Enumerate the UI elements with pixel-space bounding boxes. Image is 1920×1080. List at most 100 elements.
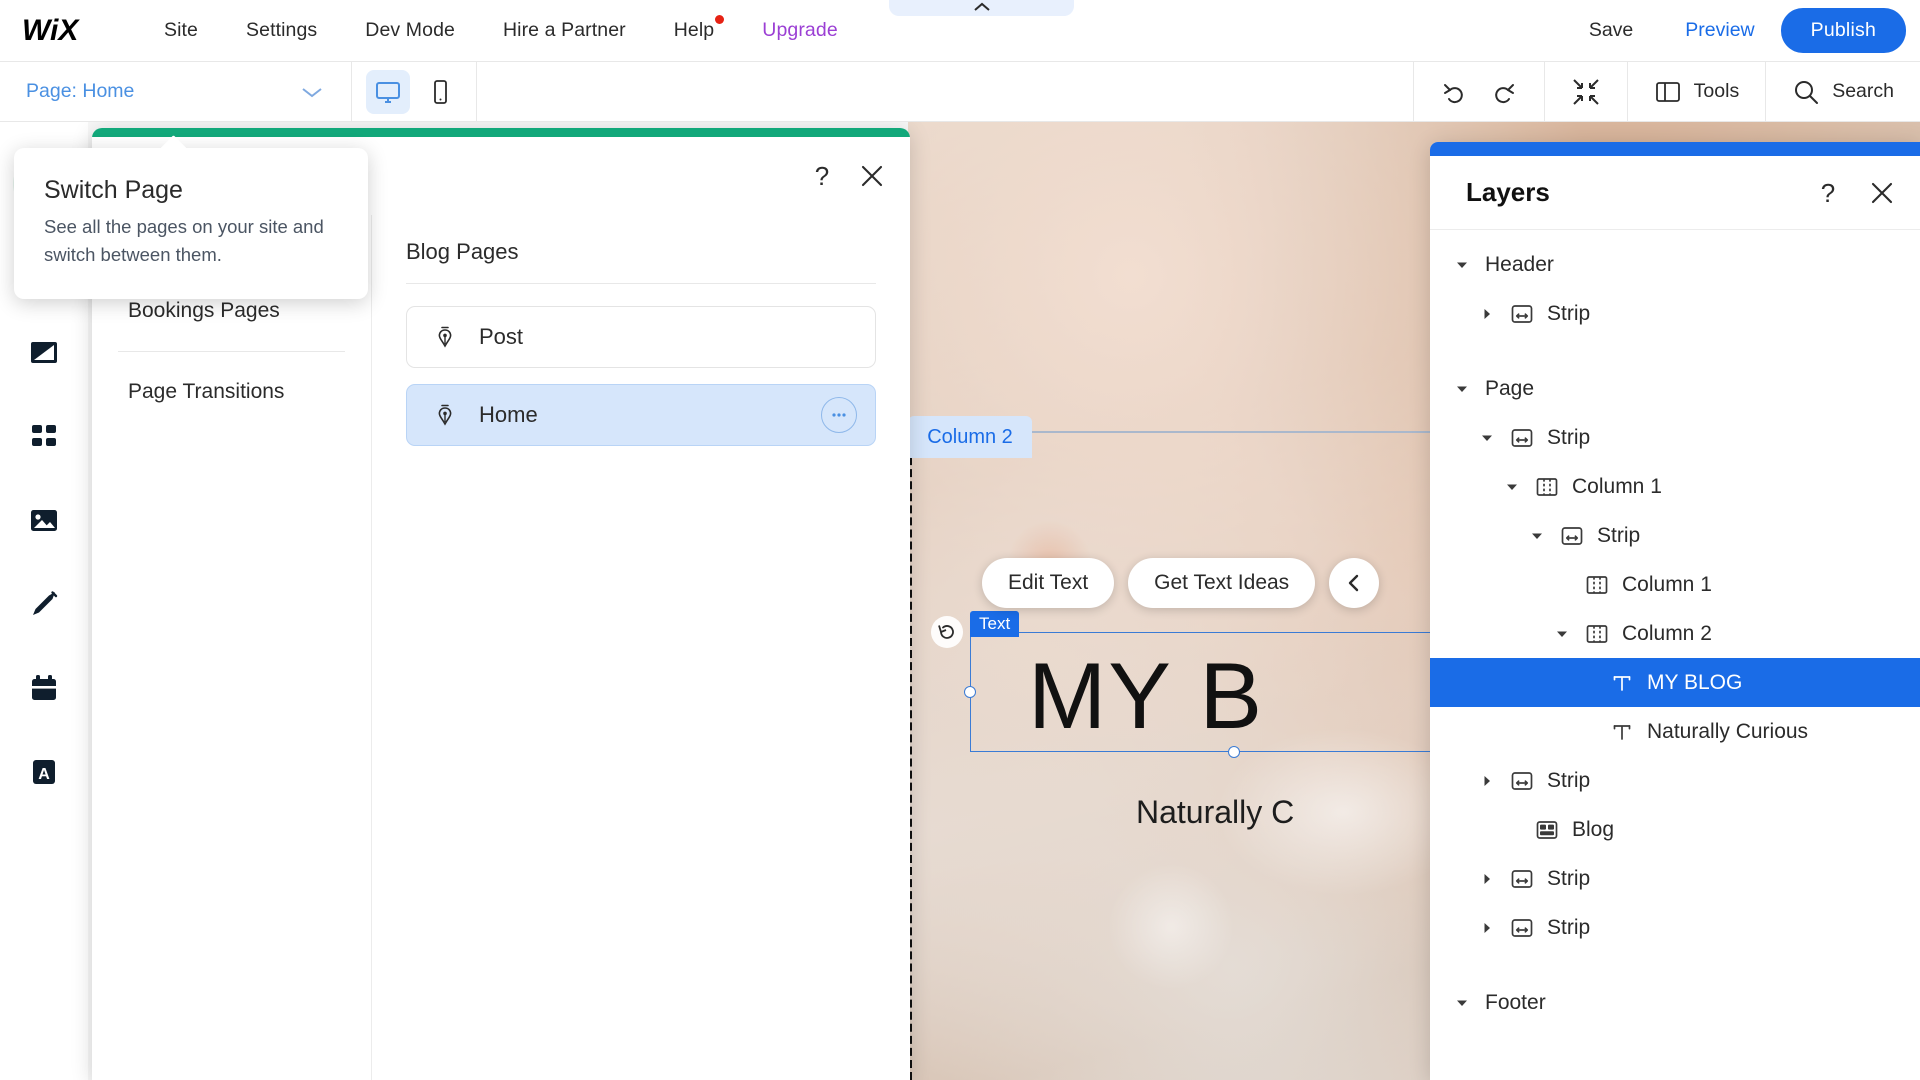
caret-right-icon[interactable] <box>1477 773 1497 789</box>
text-icon <box>1610 671 1634 695</box>
caret-right-icon[interactable] <box>1477 306 1497 322</box>
strip-icon <box>1511 771 1533 790</box>
pages-menu-page-transitions[interactable]: Page Transitions <box>106 366 357 418</box>
tools-group[interactable]: Tools <box>1626 61 1766 122</box>
top-nav: Site Settings Dev Mode Hire a Partner He… <box>140 15 862 42</box>
zoom-out-button[interactable] <box>1571 77 1601 107</box>
layers-tree-item[interactable]: Strip <box>1430 413 1920 462</box>
caret-right-icon[interactable] <box>1477 871 1497 887</box>
layers-tree-item[interactable]: Footer <box>1430 978 1920 1027</box>
resize-handle-left[interactable] <box>964 686 976 698</box>
search-icon <box>1795 80 1819 104</box>
hero-subtitle[interactable]: Naturally C <box>1136 794 1294 831</box>
caret-down-icon[interactable] <box>1452 257 1472 273</box>
layers-tree-item[interactable]: Blog <box>1430 805 1920 854</box>
layers-accent-bar <box>1430 142 1920 156</box>
nav-help[interactable]: Help <box>650 15 739 42</box>
publish-button[interactable]: Publish <box>1780 8 1906 53</box>
nav-upgrade[interactable]: Upgrade <box>738 19 862 42</box>
mobile-view-button[interactable] <box>418 70 462 114</box>
layers-close-button[interactable] <box>1868 179 1896 207</box>
layers-help-button[interactable]: ? <box>1814 179 1842 207</box>
edit-text-button[interactable]: Edit Text <box>982 558 1115 608</box>
undo-button[interactable] <box>1440 77 1470 107</box>
layers-tree-item[interactable]: Strip <box>1430 511 1920 560</box>
page-row-home[interactable]: Home <box>406 384 876 446</box>
mobile-icon <box>434 79 447 104</box>
sidebar-item-blog[interactable] <box>0 562 88 646</box>
switch-page-tooltip: Switch Page See all the pages on your si… <box>14 135 368 299</box>
search-group[interactable]: Search <box>1765 61 1920 122</box>
question-mark-icon: ? <box>1821 179 1835 207</box>
strip-icon <box>1511 918 1533 937</box>
caret-down-icon[interactable] <box>1452 995 1472 1011</box>
search-button[interactable]: Search <box>1792 78 1894 106</box>
layers-tree-item[interactable]: Header <box>1430 240 1920 289</box>
tools-button[interactable]: Tools <box>1654 78 1740 106</box>
layers-tree-item[interactable]: Column 1 <box>1430 462 1920 511</box>
layers-tree-item[interactable]: Naturally Curious <box>1430 707 1920 756</box>
pen-nib-icon <box>433 325 457 349</box>
layers-tree-item-label: Column 2 <box>1622 621 1712 645</box>
apps-grid-icon <box>32 425 56 446</box>
page-selector[interactable]: Page: Home <box>0 61 352 122</box>
sidebar-item-bookings[interactable] <box>0 646 88 730</box>
page-row-home-label: Home <box>479 402 538 427</box>
sidebar-item-ascend[interactable]: A <box>0 730 88 814</box>
ellipsis-icon <box>832 413 846 417</box>
layers-tree-item[interactable]: Strip <box>1430 756 1920 805</box>
layers-tree-item-label: MY BLOG <box>1647 670 1743 694</box>
strip-icon <box>1511 869 1533 888</box>
text-icon <box>1613 675 1631 691</box>
layers-tree: Header Strip Page Strip Column 1 Strip Column … <box>1430 230 1920 1027</box>
rotate-icon <box>931 616 963 648</box>
nav-settings[interactable]: Settings <box>222 19 341 42</box>
pages-list-rule <box>406 283 876 284</box>
pages-close-button[interactable] <box>858 162 886 190</box>
rotate-handle[interactable] <box>930 615 964 649</box>
layers-tree-item[interactable]: Strip <box>1430 289 1920 338</box>
layers-tree-item[interactable]: Strip <box>1430 854 1920 903</box>
blog-app-icon <box>1536 820 1558 839</box>
caret-down-icon[interactable] <box>1552 626 1572 642</box>
resize-handle-bottom[interactable] <box>1228 746 1240 758</box>
layers-tree-item[interactable]: Column 1 <box>1430 560 1920 609</box>
caret-right-icon[interactable] <box>1477 920 1497 936</box>
pages-help-button[interactable]: ? <box>808 162 836 190</box>
text-element-label[interactable]: Text <box>970 611 1020 637</box>
toolbar-more-button[interactable] <box>1329 558 1380 608</box>
caret-down-icon[interactable] <box>1477 430 1497 446</box>
layers-tree-item[interactable]: Column 2 <box>1430 609 1920 658</box>
caret-down-icon[interactable] <box>1527 528 1547 544</box>
sidebar-item-app-market[interactable] <box>0 394 88 478</box>
get-text-ideas-button[interactable]: Get Text Ideas <box>1128 558 1316 608</box>
sidebar-item-my-uploads[interactable] <box>0 478 88 562</box>
nav-site[interactable]: Site <box>140 19 222 42</box>
close-icon <box>861 165 883 187</box>
wix-logo[interactable]: WiX <box>22 14 100 48</box>
page-row-home-more-button[interactable] <box>821 397 857 433</box>
sidebar-item-background[interactable] <box>0 310 88 394</box>
nav-hire-a-partner[interactable]: Hire a Partner <box>479 19 650 42</box>
save-button[interactable]: Save <box>1563 19 1659 42</box>
desktop-icon <box>376 81 400 103</box>
caret-down-icon[interactable] <box>1502 479 1522 495</box>
layers-tree-item-label: Footer <box>1485 990 1546 1014</box>
column-2-label[interactable]: Column 2 <box>908 416 1032 458</box>
collapse-toolbar-tab[interactable] <box>889 0 1074 16</box>
preview-button[interactable]: Preview <box>1659 19 1780 42</box>
column-icon <box>1586 575 1608 594</box>
media-image-icon <box>31 510 57 531</box>
column-icon <box>1536 477 1558 496</box>
layers-panel: Layers ? Header Strip Page Strip Column 1 Str… <box>1430 142 1920 1080</box>
pages-dialog-accent-bar <box>92 128 910 137</box>
nav-dev-mode[interactable]: Dev Mode <box>341 19 479 42</box>
desktop-view-button[interactable] <box>366 69 410 114</box>
layers-tree-item[interactable]: Strip <box>1430 903 1920 952</box>
tools-label: Tools <box>1693 80 1740 102</box>
layers-tree-item[interactable]: Page <box>1430 364 1920 413</box>
page-row-post[interactable]: Post <box>406 306 876 368</box>
redo-button[interactable] <box>1488 77 1518 107</box>
layers-tree-item[interactable]: MY BLOG <box>1430 658 1920 707</box>
caret-down-icon[interactable] <box>1452 381 1472 397</box>
